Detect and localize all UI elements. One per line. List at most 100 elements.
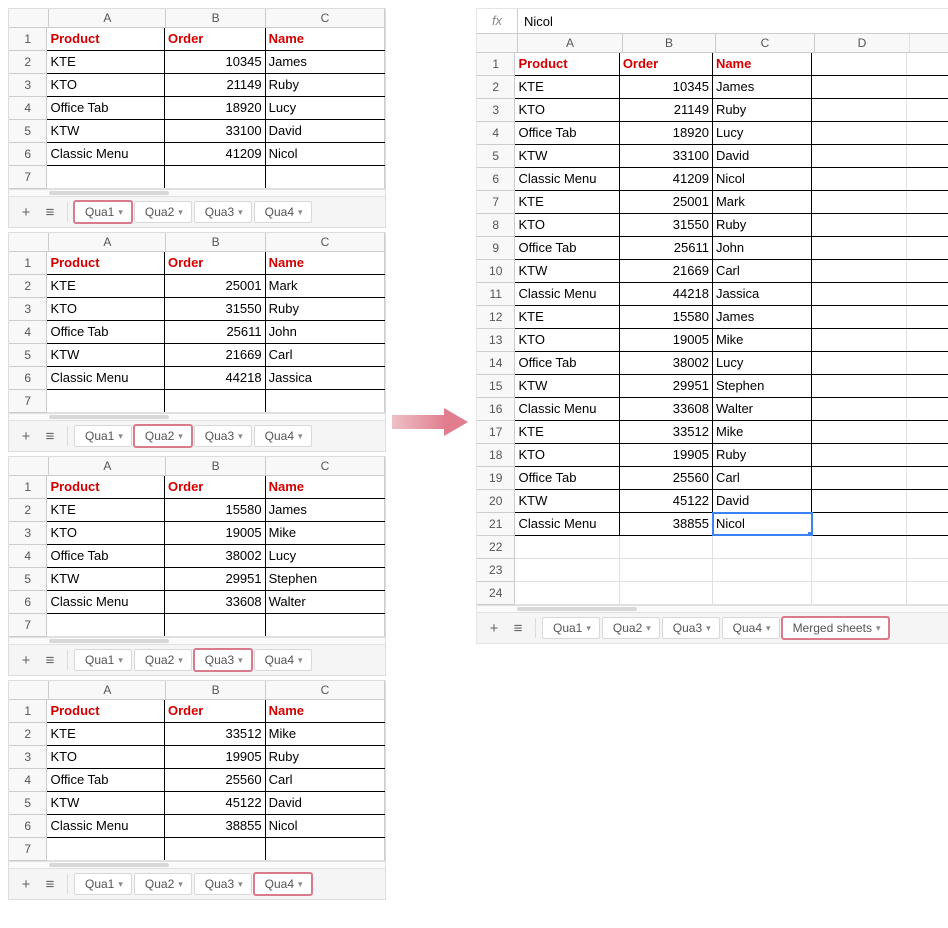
cell[interactable]: KTO [47,522,165,544]
cell[interactable] [907,306,948,328]
cell[interactable]: 33512 [165,723,266,745]
chevron-down-icon[interactable]: ▾ [178,207,183,218]
cell[interactable]: Ruby [266,298,385,320]
sheet-tab[interactable]: Qua2▾ [134,649,192,671]
cell[interactable] [812,513,907,535]
column-header[interactable]: C [266,681,385,699]
row-header[interactable]: 5 [9,568,47,591]
cell[interactable] [812,76,907,98]
all-sheets-button[interactable]: ≡ [507,617,529,639]
cell[interactable]: 25560 [620,467,713,489]
cell[interactable]: 18920 [165,97,266,119]
cell[interactable] [907,536,948,558]
add-sheet-button[interactable]: + [15,425,37,447]
row-header[interactable]: 24 [477,582,515,605]
cell[interactable]: James [713,76,812,98]
cell[interactable] [907,145,948,167]
cell[interactable] [812,145,907,167]
cell[interactable]: KTE [47,275,165,297]
row-header[interactable]: 21 [477,513,515,536]
chevron-down-icon[interactable]: ▾ [118,207,123,218]
chevron-down-icon[interactable]: ▾ [118,655,123,666]
row-header[interactable]: 2 [9,51,47,74]
cell[interactable]: Office Tab [515,352,619,374]
row-header[interactable]: 18 [477,444,515,467]
row-header[interactable]: 4 [9,545,47,568]
sheet-tab[interactable]: Qua2▾ [602,617,660,639]
cell[interactable]: 21149 [620,99,713,121]
column-header[interactable]: A [49,233,166,251]
cell[interactable]: 41209 [165,143,266,165]
cell[interactable] [812,398,907,420]
cell[interactable] [165,838,266,860]
cell[interactable]: Product [515,53,619,75]
chevron-down-icon[interactable]: ▾ [118,431,123,442]
cell[interactable] [812,237,907,259]
chevron-down-icon[interactable]: ▾ [298,207,303,218]
row-header[interactable]: 19 [477,467,515,490]
cell[interactable]: Classic Menu [515,283,619,305]
cell[interactable]: Name [266,28,385,50]
cell[interactable] [907,237,948,259]
sheet-tab[interactable]: Qua3▾ [194,425,252,447]
row-header[interactable]: 7 [9,838,47,861]
row-header[interactable]: 9 [477,237,515,260]
cell[interactable]: 19905 [620,444,713,466]
cell[interactable]: 38855 [165,815,266,837]
all-sheets-button[interactable]: ≡ [39,425,61,447]
cell[interactable]: Order [165,700,266,722]
cell[interactable] [812,260,907,282]
cell[interactable] [165,390,266,412]
cell[interactable]: Classic Menu [515,513,619,535]
column-header[interactable]: A [49,457,166,475]
cell[interactable]: Ruby [713,214,812,236]
chevron-down-icon[interactable]: ▾ [238,655,243,666]
cell[interactable]: Lucy [266,545,385,567]
cell[interactable]: Stephen [713,375,812,397]
cell[interactable] [812,99,907,121]
row-header[interactable]: 4 [9,321,47,344]
cell[interactable] [907,76,948,98]
row-header[interactable]: 5 [9,344,47,367]
add-sheet-button[interactable]: + [483,617,505,639]
cell[interactable] [266,166,385,188]
cell[interactable]: Carl [266,769,385,791]
row-header[interactable]: 8 [477,214,515,237]
cell[interactable] [812,536,907,558]
cell[interactable] [47,838,165,860]
cell[interactable]: Walter [713,398,812,420]
sheet-tab[interactable]: Qua1▾ [74,873,132,895]
cell[interactable] [907,559,948,581]
cell[interactable] [515,582,619,604]
horizontal-scrollbar[interactable] [477,605,948,612]
cell[interactable]: 25560 [165,769,266,791]
cell[interactable]: 38002 [620,352,713,374]
cell[interactable] [907,352,948,374]
cell[interactable]: 31550 [165,298,266,320]
row-header[interactable]: 1 [9,28,47,51]
cell[interactable]: Classic Menu [515,398,619,420]
chevron-down-icon[interactable]: ▾ [706,623,711,634]
cell[interactable] [620,582,713,604]
sheet-tab[interactable]: Qua4▾ [722,617,780,639]
cell[interactable] [812,490,907,512]
sheet-tab[interactable]: Qua3▾ [662,617,720,639]
row-header[interactable]: 1 [9,476,47,499]
cell[interactable]: Product [47,476,165,498]
cell[interactable] [907,99,948,121]
cell[interactable]: KTW [47,344,165,366]
cell[interactable]: 33512 [620,421,713,443]
select-all-corner[interactable] [9,457,49,475]
cell[interactable]: Office Tab [47,97,165,119]
chevron-down-icon[interactable]: ▾ [178,879,183,890]
cell[interactable] [812,191,907,213]
row-header[interactable]: 1 [477,53,515,76]
sheet-tab[interactable]: Qua4▾ [254,649,312,671]
cell[interactable]: KTE [515,306,619,328]
cell[interactable] [620,559,713,581]
cell[interactable]: 33608 [165,591,266,613]
row-header[interactable]: 2 [477,76,515,99]
cell[interactable]: Ruby [266,746,385,768]
sheet-tab[interactable]: Qua1▾ [542,617,600,639]
cell[interactable]: Lucy [713,352,812,374]
